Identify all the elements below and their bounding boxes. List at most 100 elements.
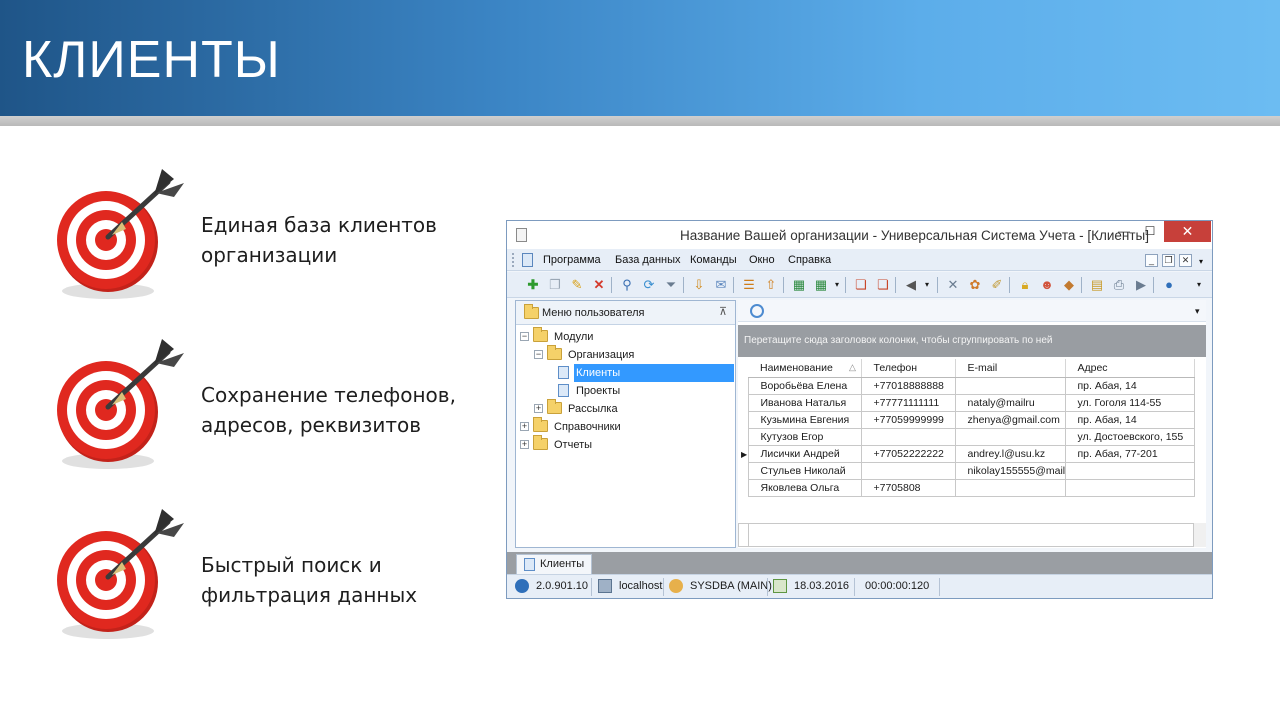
expand-icon[interactable]: + [520,422,529,431]
close-window-icon[interactable]: ❏ [875,277,891,293]
maximize-button[interactable]: ☐ [1137,221,1163,242]
column-header-phone[interactable]: Телефон [861,359,956,378]
cell-address[interactable]: ул. Гоголя 114-55 [1064,393,1195,412]
mdi-minimize-button[interactable]: _ [1145,254,1158,267]
cell-email[interactable] [954,478,1066,497]
tree-icon[interactable]: ☰ [741,277,757,293]
users-icon[interactable]: ☻ [1039,277,1055,293]
comment-icon[interactable]: ✉ [713,277,729,293]
target-icon [50,165,190,305]
cell-phone[interactable]: +77059999999 [860,410,956,429]
media-icon[interactable]: ▶ [1133,277,1149,293]
cell-name[interactable]: Кутузов Егор [747,427,862,446]
add-icon[interactable]: ✚ [525,277,541,293]
cell-name[interactable]: Воробьёва Елена [747,376,862,395]
table-row[interactable]: Иванова Наталья +77771111111 nataly@mailru… [738,393,1195,412]
print-icon[interactable]: ⎙ [1111,277,1127,293]
tree-item[interactable]: − Модули [520,327,731,346]
cell-address[interactable]: пр. Абая, 14 [1064,410,1195,429]
table-row[interactable]: Кузьмина Евгения +77059999999 zhenya@gmail… [738,410,1195,429]
menu-window[interactable]: Окно [749,254,775,266]
cell-name[interactable]: Лисички Андрей [747,444,862,463]
toolbar-overflow-icon[interactable]: ▾ [1191,277,1207,293]
refresh-icon[interactable]: ⟳ [641,277,657,293]
grid-dropdown-icon[interactable]: ▾ [1195,306,1200,317]
filter-icon[interactable]: ⏷ [663,277,679,293]
cell-address[interactable]: пр. Абая, 77-201 [1064,444,1195,463]
pin-icon[interactable]: ⊼ [719,305,727,318]
cell-email[interactable]: nataly@mailru [954,393,1066,412]
menu-help[interactable]: Справка [788,254,831,266]
column-header-name[interactable]: Наименование △ [748,359,862,378]
edit-icon[interactable]: ✎ [569,277,585,293]
clock-icon[interactable] [750,304,764,318]
export-icon[interactable]: ⇧ [763,277,779,293]
tree-item[interactable]: − Организация [534,345,731,364]
column-header-address[interactable]: Адрес [1065,359,1195,378]
sound-dropdown-icon[interactable]: ▾ [919,277,935,293]
menu-overflow-icon[interactable]: ▾ [1199,257,1203,266]
cell-phone[interactable]: +77771111111 [860,393,956,412]
cell-email[interactable]: nikolay155555@mail.ru [954,461,1066,480]
cell-phone[interactable] [860,427,956,446]
cell-address[interactable]: пр. Абая, 14 [1064,376,1195,395]
copy-icon[interactable]: ❐ [547,277,563,293]
tools-icon[interactable]: ✕ [945,277,961,293]
tag-icon[interactable]: ◆ [1061,277,1077,293]
tree-item[interactable]: Проекты [548,382,731,400]
sound-icon[interactable]: ◀ [903,277,919,293]
table-row[interactable]: Яковлева Ольга +7705808 [738,478,1195,497]
tree-item[interactable]: Клиенты [548,364,734,382]
table-row[interactable]: ▶ Лисички Андрей +77052222222 andrey.l@usu.… [738,444,1195,463]
table-row[interactable]: Кутузов Егор ул. Достоевского, 155 [738,427,1195,446]
grid-scrollbar[interactable] [1194,523,1206,547]
table-row[interactable]: Воробьёва Елена +77018888888 пр. Абая, 14 [738,376,1195,395]
cell-email[interactable]: zhenya@gmail.com [954,410,1066,429]
delete-icon[interactable]: ✕ [591,277,607,293]
excel-dropdown-arrow-icon[interactable]: ▾ [829,277,845,293]
expand-icon[interactable]: + [534,404,543,413]
excel-dropdown-icon[interactable]: ▦ [813,277,829,293]
tab-clients[interactable]: Клиенты [516,554,592,574]
group-by-area[interactable]: Перетащите сюда заголовок колонки, чтобы… [738,325,1206,357]
menu-program[interactable]: Программа [543,254,601,266]
import-icon[interactable]: ⇩ [691,277,707,293]
expand-icon[interactable]: + [520,440,529,449]
cell-phone[interactable]: +7705808 [860,478,956,497]
mdi-restore-button[interactable]: ❐ [1162,254,1175,267]
table-row[interactable]: Стульев Николай nikolay155555@mail.ru [738,461,1195,480]
cell-name[interactable]: Стульев Николай [747,461,862,480]
feature-line: Быстрый поиск и [201,553,382,577]
cell-name[interactable]: Кузьмина Евгения [747,410,862,429]
cell-name[interactable]: Яковлева Ольга [747,478,862,497]
cell-address[interactable] [1064,461,1195,480]
lock-icon[interactable]: 🔒︎ [1017,277,1033,293]
calendar-icon[interactable]: ▤ [1089,277,1105,293]
cell-email[interactable]: andrey.l@usu.kz [954,444,1066,463]
excel-icon[interactable]: ▦ [791,277,807,293]
cell-email[interactable] [954,427,1066,446]
cell-email[interactable] [954,376,1066,395]
tree-item[interactable]: + Рассылка [534,399,731,418]
palette-icon[interactable]: ✿ [967,277,983,293]
collapse-icon[interactable]: − [534,350,543,359]
cell-address[interactable] [1064,478,1195,497]
close-button[interactable]: ✕ [1164,221,1211,242]
cell-phone[interactable]: +77018888888 [860,376,956,395]
search-icon[interactable]: ⚲ [619,277,635,293]
cell-address[interactable]: ул. Достоевского, 155 [1064,427,1195,446]
menu-commands[interactable]: Команды [690,254,737,266]
new-window-icon[interactable]: ❏ [853,277,869,293]
help-icon[interactable]: ● [1161,277,1177,293]
menu-database[interactable]: База данных [615,254,681,266]
tree-item[interactable]: + Справочники [520,417,731,436]
mdi-close-button[interactable]: ✕ [1179,254,1192,267]
minimize-button[interactable]: — [1111,221,1137,242]
note-icon[interactable]: ✐ [989,277,1005,293]
cell-phone[interactable]: +77052222222 [860,444,956,463]
cell-name[interactable]: Иванова Наталья [747,393,862,412]
column-header-email[interactable]: E-mail [955,359,1066,378]
cell-phone[interactable] [860,461,956,480]
tree-item[interactable]: + Отчеты [520,435,731,454]
collapse-icon[interactable]: − [520,332,529,341]
